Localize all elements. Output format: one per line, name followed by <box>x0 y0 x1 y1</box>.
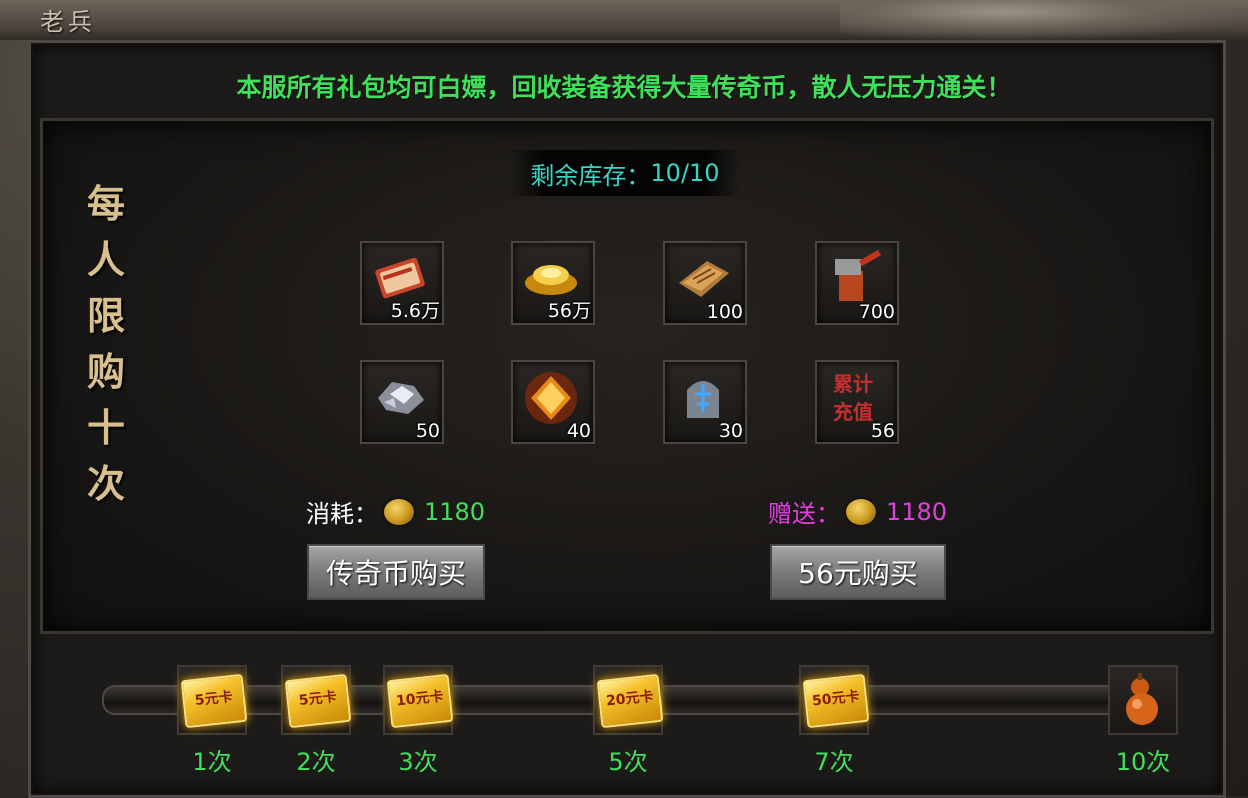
milestone-label: 10次 <box>1115 748 1171 776</box>
item-qty: 100 <box>706 301 743 323</box>
item-qty: 30 <box>718 420 743 442</box>
item-slot[interactable]: 700 <box>815 241 899 325</box>
item-slot[interactable]: 累计充值 56 <box>815 360 899 444</box>
banner-text: 本服所有礼包均可白嫖，回收装备获得大量传奇币，散人无压力通关！ <box>236 73 1012 102</box>
cash-card-icon: 50元卡 <box>802 673 870 729</box>
diamond-ore-icon <box>378 382 424 414</box>
cash-card-icon: 5元卡 <box>284 673 352 729</box>
purchase-limit-title: 每 人 限 购 十 次 <box>76 176 136 512</box>
milestone-reward[interactable]: 50元卡 <box>799 665 870 735</box>
milestone-label: 3次 <box>398 748 438 776</box>
title-char: 购 <box>86 349 125 394</box>
item-slot[interactable]: 30 <box>663 360 747 444</box>
milestone-reward[interactable]: 5元卡 <box>177 665 248 735</box>
item-qty: 700 <box>858 301 895 323</box>
title-char: 每 <box>86 181 125 226</box>
cash-card-icon: 5元卡 <box>180 673 248 729</box>
rune-stone-icon <box>687 381 719 418</box>
item-slot[interactable]: 56万 <box>511 241 595 325</box>
gift-label: 赠送： <box>768 500 840 528</box>
dragon-ornament-icon <box>840 0 1248 40</box>
milestone-label: 1次 <box>192 748 232 776</box>
coin-icon <box>384 498 414 525</box>
cash-card-icon: 20元卡 <box>596 673 664 729</box>
title-char: 十 <box>86 405 125 450</box>
milestone-reward[interactable]: 20元卡 <box>593 665 664 735</box>
item-slot[interactable]: 100 <box>663 241 747 325</box>
title-char: 次 <box>86 461 125 506</box>
milestone-label: 7次 <box>814 748 854 776</box>
cost-value: 1180 <box>424 497 486 526</box>
milestone-reward[interactable] <box>1108 665 1178 735</box>
item-slot[interactable]: 50 <box>360 360 444 444</box>
title-char: 人 <box>86 237 125 282</box>
gift-value: 1180 <box>886 497 948 526</box>
cash-card-icon: 10元卡 <box>386 673 454 729</box>
item-slot[interactable]: 5.6万 <box>360 241 444 325</box>
cost-label: 消耗： <box>306 500 378 528</box>
recharge-token-icon: 累计充值 <box>833 372 873 424</box>
item-qty: 56 <box>870 420 895 442</box>
item-qty: 56万 <box>547 300 591 322</box>
item-slot[interactable]: 40 <box>511 360 595 444</box>
item-qty: 5.6万 <box>390 300 440 322</box>
gift-row: 赠送： 1180 <box>768 494 947 529</box>
fire-crystal-icon <box>525 372 577 424</box>
milestone-reward[interactable]: 5元卡 <box>281 665 352 735</box>
window-title: 老兵 <box>40 8 96 36</box>
coin-buy-button[interactable]: 传奇币购买 <box>307 544 485 600</box>
stock-value: 10/10 <box>650 159 720 187</box>
item-qty: 40 <box>566 420 591 442</box>
money-buy-button[interactable]: 56元购买 <box>770 544 946 600</box>
title-char: 限 <box>86 293 125 338</box>
milestone-label: 5次 <box>608 748 648 776</box>
stock-label: 剩余库存： <box>530 161 651 190</box>
item-qty: 50 <box>415 420 440 442</box>
stock-indicator: 剩余库存： 10/10 <box>510 150 740 196</box>
coin-icon <box>846 498 876 525</box>
milestone-reward[interactable]: 10元卡 <box>383 665 454 735</box>
cost-row: 消耗： 1180 <box>306 494 485 529</box>
title-bar: 老兵 <box>0 0 1248 40</box>
hammer-icon <box>835 249 882 301</box>
gourd-icon <box>1126 673 1158 725</box>
milestone-label: 2次 <box>296 748 336 776</box>
scroll-icon <box>679 261 729 297</box>
